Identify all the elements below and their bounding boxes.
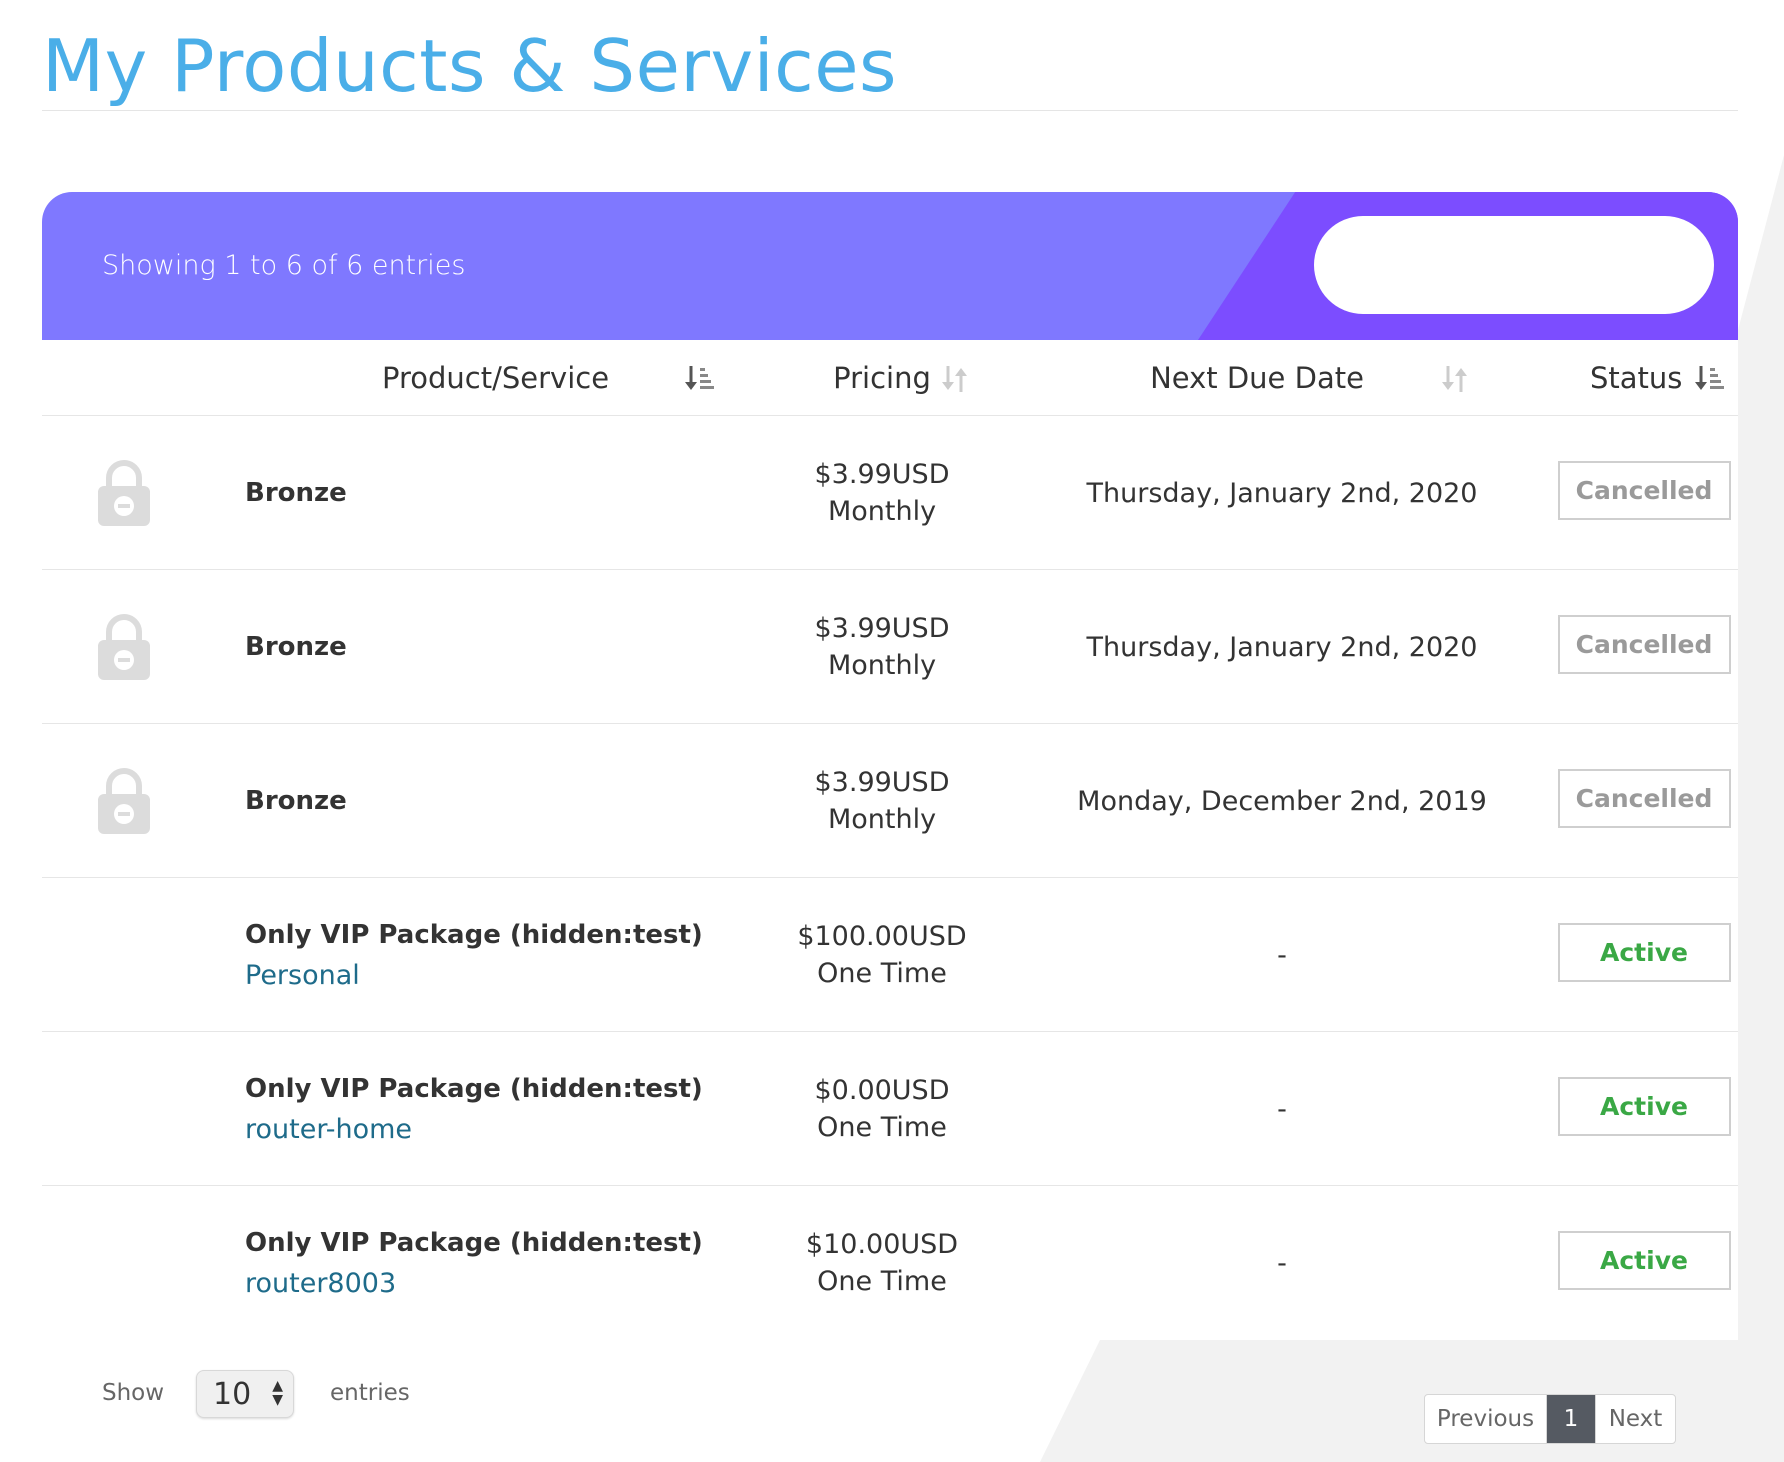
next-page-button[interactable]: Next xyxy=(1595,1395,1675,1443)
price-amount: $3.99USD xyxy=(814,459,950,490)
status-cell: Active xyxy=(1524,1186,1764,1340)
status-badge: Active xyxy=(1557,922,1731,982)
select-arrows-icon: ▲ ▼ xyxy=(272,1378,283,1408)
table-column-headers: Product/Service Pricing Next Due Date St… xyxy=(42,340,1738,416)
table-row[interactable]: Only VIP Package (hidden:test) Personal … xyxy=(42,878,1738,1032)
table-header-bar: Showing 1 to 6 of 6 entries xyxy=(42,192,1738,340)
product-domain-link[interactable]: Personal xyxy=(245,960,725,991)
sort-amount-desc-icon[interactable] xyxy=(1692,362,1726,396)
pricing-cell: $0.00USD One Time xyxy=(732,1032,1032,1186)
status-cell: Cancelled xyxy=(1524,416,1764,570)
sort-icon[interactable] xyxy=(938,362,972,396)
next-due-date: Thursday, January 2nd, 2020 xyxy=(1086,477,1478,509)
billing-cycle: Monthly xyxy=(827,804,937,835)
due-date-cell: Thursday, January 2nd, 2020 xyxy=(1032,570,1532,724)
due-date-cell: Thursday, January 2nd, 2020 xyxy=(1032,416,1532,570)
pricing-cell: $3.99USD Monthly xyxy=(732,570,1032,724)
page-title: My Products & Services xyxy=(42,24,898,108)
title-divider xyxy=(42,110,1738,111)
pricing-cell: $3.99USD Monthly xyxy=(732,724,1032,878)
products-table-panel: Showing 1 to 6 of 6 entries Product/Serv… xyxy=(42,192,1738,1340)
next-due-date: Thursday, January 2nd, 2020 xyxy=(1086,631,1478,663)
page-length-select[interactable]: 10 ▲ ▼ xyxy=(196,1370,294,1418)
column-header-status[interactable]: Status xyxy=(1524,340,1764,416)
price-amount: $10.00USD xyxy=(805,1229,959,1260)
next-due-date: - xyxy=(1277,1247,1287,1279)
price-amount: $3.99USD xyxy=(814,767,950,798)
next-due-date: - xyxy=(1277,939,1287,971)
current-page-button[interactable]: 1 xyxy=(1547,1395,1595,1443)
column-header-due-date[interactable]: Next Due Date xyxy=(1032,340,1482,416)
billing-cycle: Monthly xyxy=(827,496,937,527)
next-due-date: - xyxy=(1277,1093,1287,1125)
billing-cycle: One Time xyxy=(817,1266,947,1297)
lock-icon xyxy=(98,768,150,834)
product-domain-link[interactable]: router8003 xyxy=(245,1268,725,1299)
product-cell: Only VIP Package (hidden:test) router-ho… xyxy=(245,1032,725,1186)
pagination: Previous 1 Next xyxy=(1424,1394,1676,1444)
lock-icon xyxy=(98,614,150,680)
search-input[interactable] xyxy=(1314,216,1714,314)
pricing-cell: $100.00USD One Time xyxy=(732,878,1032,1032)
column-header-product[interactable]: Product/Service xyxy=(245,340,725,416)
product-domain-link[interactable]: router-home xyxy=(245,1114,725,1145)
product-name: Only VIP Package (hidden:test) xyxy=(245,1073,703,1104)
table-body: Bronze $3.99USD Monthly Thursday, Januar… xyxy=(42,416,1738,1340)
billing-cycle: Monthly xyxy=(827,650,937,681)
product-cell: Bronze xyxy=(245,570,725,724)
price-amount: $3.99USD xyxy=(814,613,950,644)
status-badge: Active xyxy=(1557,1230,1731,1290)
pricing-cell: $10.00USD One Time xyxy=(732,1186,1032,1340)
column-label-product: Product/Service xyxy=(382,361,610,395)
status-cell: Cancelled xyxy=(1524,570,1764,724)
status-cell: Cancelled xyxy=(1524,724,1764,878)
show-label: Show xyxy=(102,1380,165,1406)
pricing-cell: $3.99USD Monthly xyxy=(732,416,1032,570)
next-due-date: Monday, December 2nd, 2019 xyxy=(1077,785,1487,817)
sort-icon[interactable] xyxy=(1438,362,1472,396)
status-badge: Cancelled xyxy=(1557,614,1731,674)
column-label-due-date: Next Due Date xyxy=(1150,361,1364,395)
table-row[interactable]: Bronze $3.99USD Monthly Monday, December… xyxy=(42,724,1738,878)
product-name: Bronze xyxy=(245,632,347,662)
due-date-cell: - xyxy=(1032,1032,1532,1186)
due-date-cell: Monday, December 2nd, 2019 xyxy=(1032,724,1532,878)
table-row[interactable]: Only VIP Package (hidden:test) router-ho… xyxy=(42,1032,1738,1186)
billing-cycle: One Time xyxy=(817,958,947,989)
status-cell: Active xyxy=(1524,878,1764,1032)
price-amount: $0.00USD xyxy=(814,1075,950,1106)
table-row[interactable]: Bronze $3.99USD Monthly Thursday, Januar… xyxy=(42,570,1738,724)
due-date-cell: - xyxy=(1032,1186,1532,1340)
table-row[interactable]: Only VIP Package (hidden:test) router800… xyxy=(42,1186,1738,1340)
sort-amount-desc-icon[interactable] xyxy=(682,362,716,396)
lock-cell xyxy=(92,570,156,724)
product-cell: Only VIP Package (hidden:test) Personal xyxy=(245,878,725,1032)
product-cell: Only VIP Package (hidden:test) router800… xyxy=(245,1186,725,1340)
status-badge: Active xyxy=(1557,1076,1731,1136)
column-label-pricing: Pricing xyxy=(833,361,931,395)
due-date-cell: - xyxy=(1032,878,1532,1032)
status-cell: Active xyxy=(1524,1032,1764,1186)
status-badge: Cancelled xyxy=(1557,460,1731,520)
entries-label: entries xyxy=(330,1380,410,1406)
lock-cell xyxy=(92,724,156,878)
product-name: Only VIP Package (hidden:test) xyxy=(245,1227,703,1258)
status-badge: Cancelled xyxy=(1557,768,1731,828)
table-row[interactable]: Bronze $3.99USD Monthly Thursday, Januar… xyxy=(42,416,1738,570)
lock-cell xyxy=(92,416,156,570)
product-cell: Bronze xyxy=(245,416,725,570)
product-name: Bronze xyxy=(245,786,347,816)
entries-info: Showing 1 to 6 of 6 entries xyxy=(102,250,466,281)
product-name: Bronze xyxy=(245,478,347,508)
product-cell: Bronze xyxy=(245,724,725,878)
product-name: Only VIP Package (hidden:test) xyxy=(245,919,703,950)
billing-cycle: One Time xyxy=(817,1112,947,1143)
lock-icon xyxy=(98,460,150,526)
column-header-pricing[interactable]: Pricing xyxy=(732,340,1032,416)
column-label-status: Status xyxy=(1590,361,1683,395)
page-length-value: 10 xyxy=(213,1376,252,1412)
price-amount: $100.00USD xyxy=(797,921,967,952)
previous-page-button[interactable]: Previous xyxy=(1425,1395,1547,1443)
table-footer: Show 10 ▲ ▼ entries Previous 1 Next xyxy=(42,1340,1738,1462)
